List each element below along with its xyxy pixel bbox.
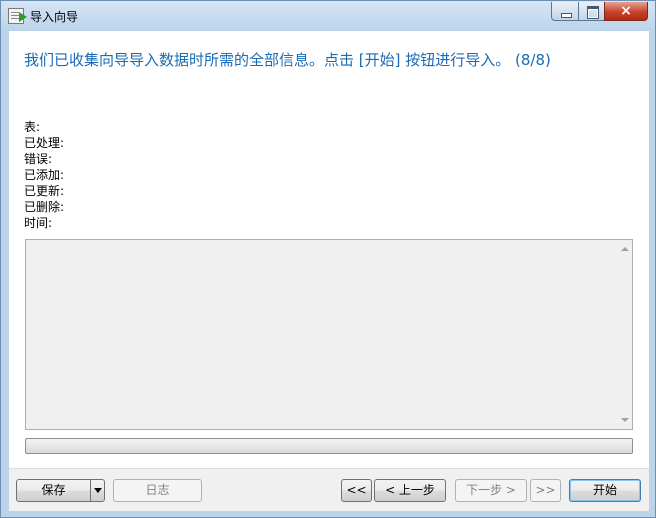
next-step-button[interactable]: 下一步 > [455,479,527,502]
stat-processed-label: 已处理: [24,136,65,150]
stat-table-label: 表: [24,120,41,134]
previous-step-button[interactable]: < 上一步 [374,479,446,502]
import-progress-bar [25,438,633,454]
close-icon: × [620,3,632,19]
import-wizard-window: 导入向导 × 我们已收集向导导入数据时所需的全部信息。点击 [开始] 按钮进行导… [0,0,656,518]
minimize-button[interactable] [551,2,578,21]
wizard-step-heading: 我们已收集向导导入数据时所需的全部信息。点击 [开始] 按钮进行导入。 (8/8… [24,51,551,69]
stat-time-label: 时间: [24,216,53,230]
save-button[interactable]: 保存 [16,479,91,502]
scroll-down-arrow-icon[interactable] [621,418,629,422]
first-step-button[interactable]: << [341,479,372,502]
stat-updated-label: 已更新: [24,184,65,198]
log-scrollbar[interactable] [618,240,632,429]
stat-deleted-label: 已删除: [24,200,65,214]
save-dropdown-button[interactable] [90,479,105,502]
import-log-textarea[interactable] [25,239,633,430]
wizard-client-area: 我们已收集向导导入数据时所需的全部信息。点击 [开始] 按钮进行导入。 (8/8… [9,31,649,511]
maximize-button[interactable] [578,2,604,21]
last-step-button[interactable]: >> [530,479,561,502]
window-title: 导入向导 [30,10,79,24]
log-button[interactable]: 日志 [113,479,202,502]
scroll-up-arrow-icon[interactable] [621,247,629,251]
import-wizard-app-icon [8,8,27,24]
import-stats: 表: 已处理: 错误: 已添加: 已更新: 已删除: 时间: [24,119,64,231]
start-button[interactable]: 开始 [569,479,641,502]
stat-added-label: 已添加: [24,168,65,182]
title-bar[interactable]: 导入向导 × [1,1,655,31]
close-button[interactable]: × [604,2,648,21]
stat-errors-label: 错误: [24,152,53,166]
caption-buttons: × [551,2,648,21]
